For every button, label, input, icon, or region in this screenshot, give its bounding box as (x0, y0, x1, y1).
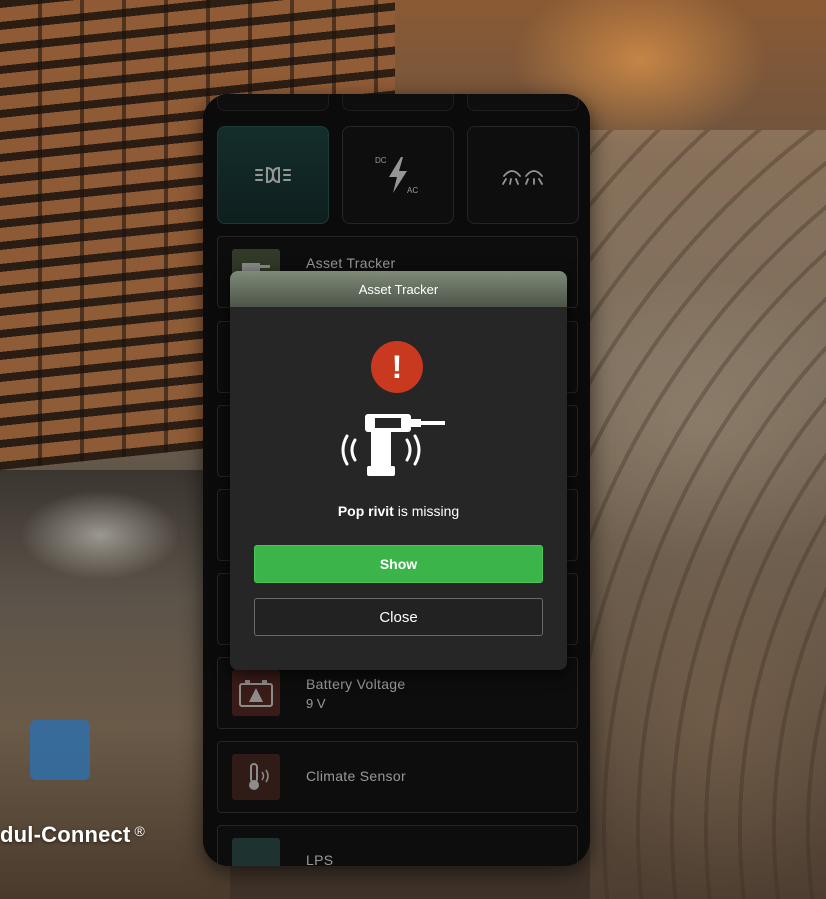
missing-message: Pop rivit is missing (230, 503, 567, 519)
dirt-area (590, 130, 826, 899)
close-button[interactable]: Close (254, 598, 543, 636)
show-button[interactable]: Show (254, 545, 543, 583)
registered-mark: ® (134, 823, 146, 839)
app-panel: DC AC Asset Tracker Battery Voltage 9 V … (203, 94, 590, 866)
drill-signal-icon (341, 414, 445, 476)
alert-icon: ! (371, 341, 423, 393)
missing-suffix: is missing (393, 503, 460, 519)
blue-tank (30, 720, 90, 780)
brand-name: dul-Connect (0, 822, 131, 847)
asset-tracker-dialog: Asset Tracker ! Pop rivit is missing Sho… (230, 271, 567, 670)
dialog-title: Asset Tracker (230, 271, 567, 307)
missing-item-name: Pop rivit (337, 503, 394, 519)
brand-label: dul-Connect ® (0, 822, 145, 848)
